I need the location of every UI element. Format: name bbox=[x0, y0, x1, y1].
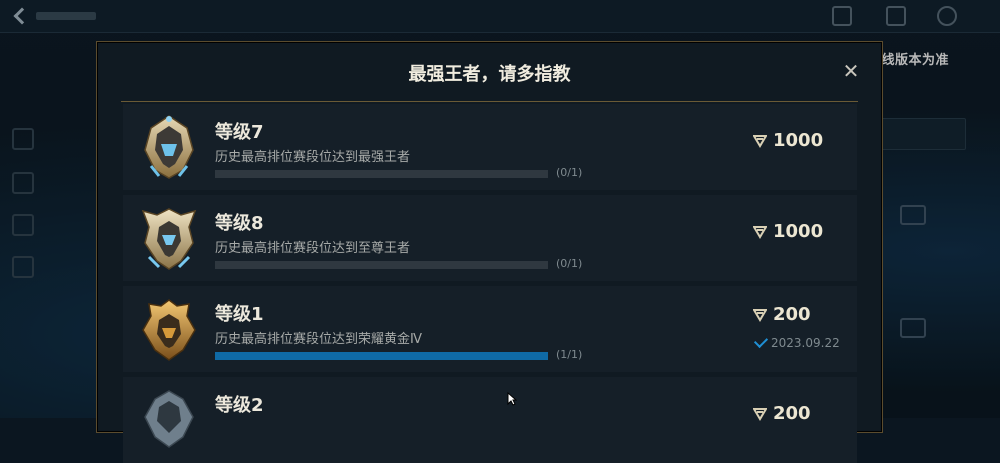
gallery-icon[interactable] bbox=[886, 6, 906, 26]
check-icon bbox=[753, 333, 769, 349]
sidebar-icon-3[interactable] bbox=[12, 214, 34, 236]
completed-date: 2023.09.22 bbox=[771, 336, 840, 350]
reward: 1000 bbox=[753, 130, 823, 151]
top-bar bbox=[0, 0, 1000, 33]
close-icon: ✕ bbox=[842, 59, 860, 83]
back-label-placeholder bbox=[36, 12, 96, 20]
mouse-cursor-icon bbox=[507, 392, 517, 406]
reward: 200 bbox=[753, 304, 811, 325]
progress-bar bbox=[215, 352, 548, 360]
background-dropdown[interactable] bbox=[880, 118, 966, 150]
quest-description: 历史最高排位赛段位达到荣耀黄金Ⅳ bbox=[215, 332, 422, 347]
reward-value: 200 bbox=[773, 403, 811, 424]
quest-title: 等级2 bbox=[215, 395, 264, 416]
reward-value: 1000 bbox=[773, 221, 824, 242]
achievement-modal: 最强王者，请多指教 ✕ 等级7 历史最高排位赛段位达到最强王者 (0/1) 10… bbox=[96, 41, 883, 463]
background-card-icon-2[interactable] bbox=[900, 318, 926, 338]
quest-title: 等级1 bbox=[215, 304, 264, 325]
background-card-icon-1[interactable] bbox=[900, 205, 926, 225]
reward: 1000 bbox=[753, 221, 823, 242]
shop-icon[interactable] bbox=[832, 6, 852, 26]
settings-icon[interactable] bbox=[937, 6, 957, 26]
quest-description: 历史最高排位赛段位达到最强王者 bbox=[215, 150, 411, 165]
progress-bar bbox=[215, 170, 548, 178]
reward-value: 1000 bbox=[773, 130, 824, 151]
progress-count: (0/1) bbox=[556, 257, 583, 270]
quest-title: 等级8 bbox=[215, 213, 264, 234]
title-divider bbox=[121, 101, 858, 102]
quest-row: 等级7 历史最高排位赛段位达到最强王者 (0/1) 1000 bbox=[123, 104, 857, 190]
chevron-left-icon bbox=[13, 7, 31, 25]
quest-description: 历史最高排位赛段位达到至尊王者 bbox=[215, 241, 411, 256]
quest-row: 等级2 200 bbox=[123, 377, 857, 463]
reward-value: 200 bbox=[773, 304, 811, 325]
progress-bar bbox=[215, 261, 548, 269]
quest-title: 等级7 bbox=[215, 122, 264, 143]
quest-row: 等级8 历史最高排位赛段位达到至尊王者 (0/1) 1000 bbox=[123, 195, 857, 281]
progress-fill bbox=[215, 352, 548, 360]
gold-crest-icon bbox=[142, 299, 196, 361]
sidebar-icon-1[interactable] bbox=[12, 128, 34, 150]
blue-essence-icon bbox=[753, 308, 767, 322]
sidebar-icon-2[interactable] bbox=[12, 172, 34, 194]
blue-essence-icon bbox=[753, 225, 767, 239]
challenger-crest-icon bbox=[144, 115, 194, 179]
modal-title: 最强王者，请多指教 bbox=[408, 64, 571, 85]
back-button[interactable] bbox=[10, 4, 120, 28]
supreme-crest-icon bbox=[141, 208, 197, 270]
completed-status: 2023.09.22 bbox=[753, 333, 840, 350]
sidebar-icon-4[interactable] bbox=[12, 256, 34, 278]
platinum-crest-icon bbox=[144, 390, 194, 448]
quest-row: 等级1 历史最高排位赛段位达到荣耀黄金Ⅳ (1/1) 200 2023.09.2… bbox=[123, 286, 857, 372]
blue-essence-icon bbox=[753, 134, 767, 148]
progress-count: (0/1) bbox=[556, 166, 583, 179]
reward: 200 bbox=[753, 403, 811, 424]
blue-essence-icon bbox=[753, 407, 767, 421]
progress-count: (1/1) bbox=[556, 348, 583, 361]
close-button[interactable]: ✕ bbox=[840, 60, 862, 82]
